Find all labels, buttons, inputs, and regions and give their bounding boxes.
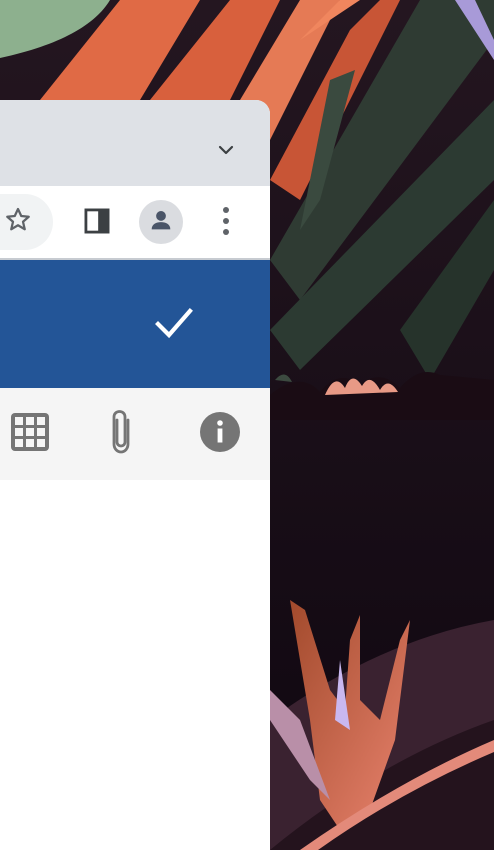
grid-icon [9,411,51,458]
app-header [0,260,270,388]
grid-view-button[interactable] [4,410,56,458]
paperclip-icon [106,408,136,461]
address-bar[interactable] [0,194,53,250]
star-icon [3,205,33,240]
vertical-dots-icon [221,205,231,242]
browser-menu-button[interactable] [210,204,242,242]
tab-search-button[interactable] [206,136,246,168]
tab-strip [0,100,270,186]
checkmark-icon [154,306,194,345]
action-bar [0,388,270,480]
side-panel-button[interactable] [78,204,116,242]
desktop [0,0,494,850]
info-button[interactable] [196,410,244,458]
browser-toolbar [0,186,270,260]
confirm-button[interactable] [144,300,204,350]
app-content [0,480,270,850]
person-icon [147,206,175,239]
side-panel-icon [83,207,111,240]
profile-button[interactable] [139,200,183,244]
bookmark-star-button[interactable] [0,204,36,240]
info-icon [199,411,241,458]
attach-file-button[interactable] [96,408,146,460]
chevron-down-icon [214,138,238,167]
browser-window [0,100,270,850]
